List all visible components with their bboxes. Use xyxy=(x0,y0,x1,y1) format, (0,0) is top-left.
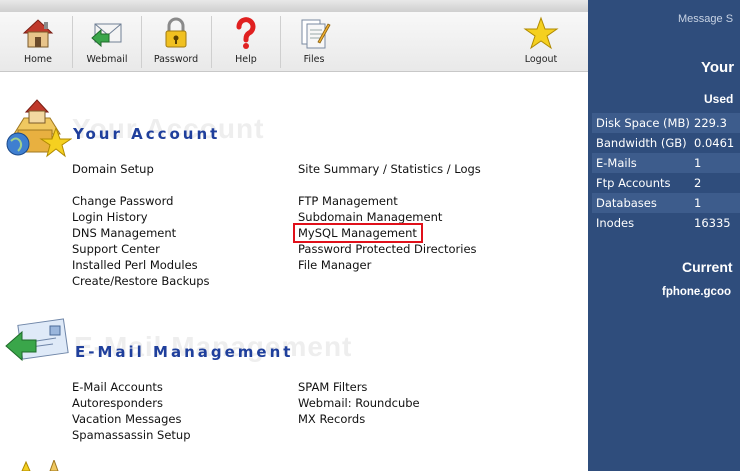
domain-setup-link[interactable]: Domain Setup xyxy=(72,161,154,177)
files-icon xyxy=(301,19,331,49)
help-button[interactable]: Help xyxy=(218,14,274,70)
home-button[interactable]: Home xyxy=(10,14,66,70)
current-domain[interactable]: fphone.gcoo xyxy=(662,286,731,298)
toolbar: Home Webmail Password Help Files Logout xyxy=(0,0,588,72)
logout-label: Logout xyxy=(524,54,558,65)
stat-row-ftp-accounts: Ftp Accounts 2 xyxy=(592,173,740,193)
toolbar-divider xyxy=(211,16,212,68)
email-accounts-link[interactable]: E-Mail Accounts xyxy=(72,379,163,395)
files-label: Files xyxy=(303,54,325,65)
login-history-link[interactable]: Login History xyxy=(72,209,148,225)
stat-label: Disk Space (MB) xyxy=(596,116,690,130)
stat-value: 16335 xyxy=(694,216,731,230)
stat-row-disk-space: Disk Space (MB) 229.3 xyxy=(592,113,740,133)
files-button[interactable]: Files xyxy=(286,14,342,70)
webmail-button[interactable]: Webmail xyxy=(79,14,135,70)
password-button[interactable]: Password xyxy=(148,14,204,70)
mx-records-link[interactable]: MX Records xyxy=(298,411,365,427)
webmail-label: Webmail xyxy=(86,54,128,65)
logout-button[interactable]: Logout xyxy=(513,14,569,70)
toolbar-divider xyxy=(72,16,73,68)
file-manager-link[interactable]: File Manager xyxy=(298,257,371,273)
stat-label: Inodes xyxy=(596,216,635,230)
change-password-link[interactable]: Change Password xyxy=(72,193,173,209)
stat-label: E-Mails xyxy=(596,156,637,170)
your-account-icon xyxy=(6,99,72,158)
dns-management-link[interactable]: DNS Management xyxy=(72,225,176,241)
email-management-title: E-Mail Management xyxy=(75,343,294,361)
your-heading: Your xyxy=(701,59,735,76)
mysql-highlight-box xyxy=(293,223,423,243)
email-management-icon xyxy=(5,318,69,362)
support-center-link[interactable]: Support Center xyxy=(72,241,160,257)
stat-value: 1 xyxy=(694,196,702,210)
installed-perl-modules-link[interactable]: Installed Perl Modules xyxy=(72,257,198,273)
message-system-link[interactable]: Message S xyxy=(678,13,733,25)
home-icon xyxy=(22,19,54,48)
password-label: Password xyxy=(153,54,199,65)
stat-row-databases: Databases 1 xyxy=(592,193,740,213)
create-restore-backups-link[interactable]: Create/Restore Backups xyxy=(72,273,210,289)
stat-label: Databases xyxy=(596,196,657,210)
password-protected-directories-link[interactable]: Password Protected Directories xyxy=(298,241,477,257)
question-mark-icon xyxy=(236,17,256,49)
stat-label: Bandwidth (GB) xyxy=(596,136,687,150)
autoresponders-link[interactable]: Autoresponders xyxy=(72,395,163,411)
next-section-icon xyxy=(21,460,59,471)
toolbar-divider xyxy=(280,16,281,68)
stat-value: 2 xyxy=(694,176,702,190)
toolbar-divider xyxy=(141,16,142,68)
toolbar-top-strip xyxy=(0,0,588,12)
your-account-title: Your Account xyxy=(73,125,221,143)
spam-filters-link[interactable]: SPAM Filters xyxy=(298,379,367,395)
webmail-roundcube-link[interactable]: Webmail: Roundcube xyxy=(298,395,420,411)
stat-row-bandwidth: Bandwidth (GB) 0.0461 xyxy=(592,133,740,153)
vacation-messages-link[interactable]: Vacation Messages xyxy=(72,411,181,427)
usage-stats-table: Disk Space (MB) 229.3 Bandwidth (GB) 0.0… xyxy=(592,113,740,233)
lock-icon xyxy=(165,17,187,48)
stat-label: Ftp Accounts xyxy=(596,176,671,190)
account-summary-panel: Message S Your Used Disk Space (MB) 229.… xyxy=(588,0,740,471)
home-label: Home xyxy=(23,54,53,65)
stat-row-inodes: Inodes 16335 xyxy=(592,213,740,233)
used-column-heading: Used xyxy=(704,92,734,106)
webmail-icon xyxy=(91,23,122,48)
stat-value: 1 xyxy=(694,156,702,170)
spamassassin-setup-link[interactable]: Spamassassin Setup xyxy=(72,427,191,443)
current-domain-heading: Current xyxy=(682,259,733,275)
help-label: Help xyxy=(235,54,257,65)
stat-value: 0.0461 xyxy=(694,136,735,150)
star-icon xyxy=(523,16,559,50)
ftp-management-link[interactable]: FTP Management xyxy=(298,193,398,209)
stat-row-emails: E-Mails 1 xyxy=(592,153,740,173)
site-summary-link[interactable]: Site Summary / Statistics / Logs xyxy=(298,161,481,177)
stat-value: 229.3 xyxy=(694,116,727,130)
